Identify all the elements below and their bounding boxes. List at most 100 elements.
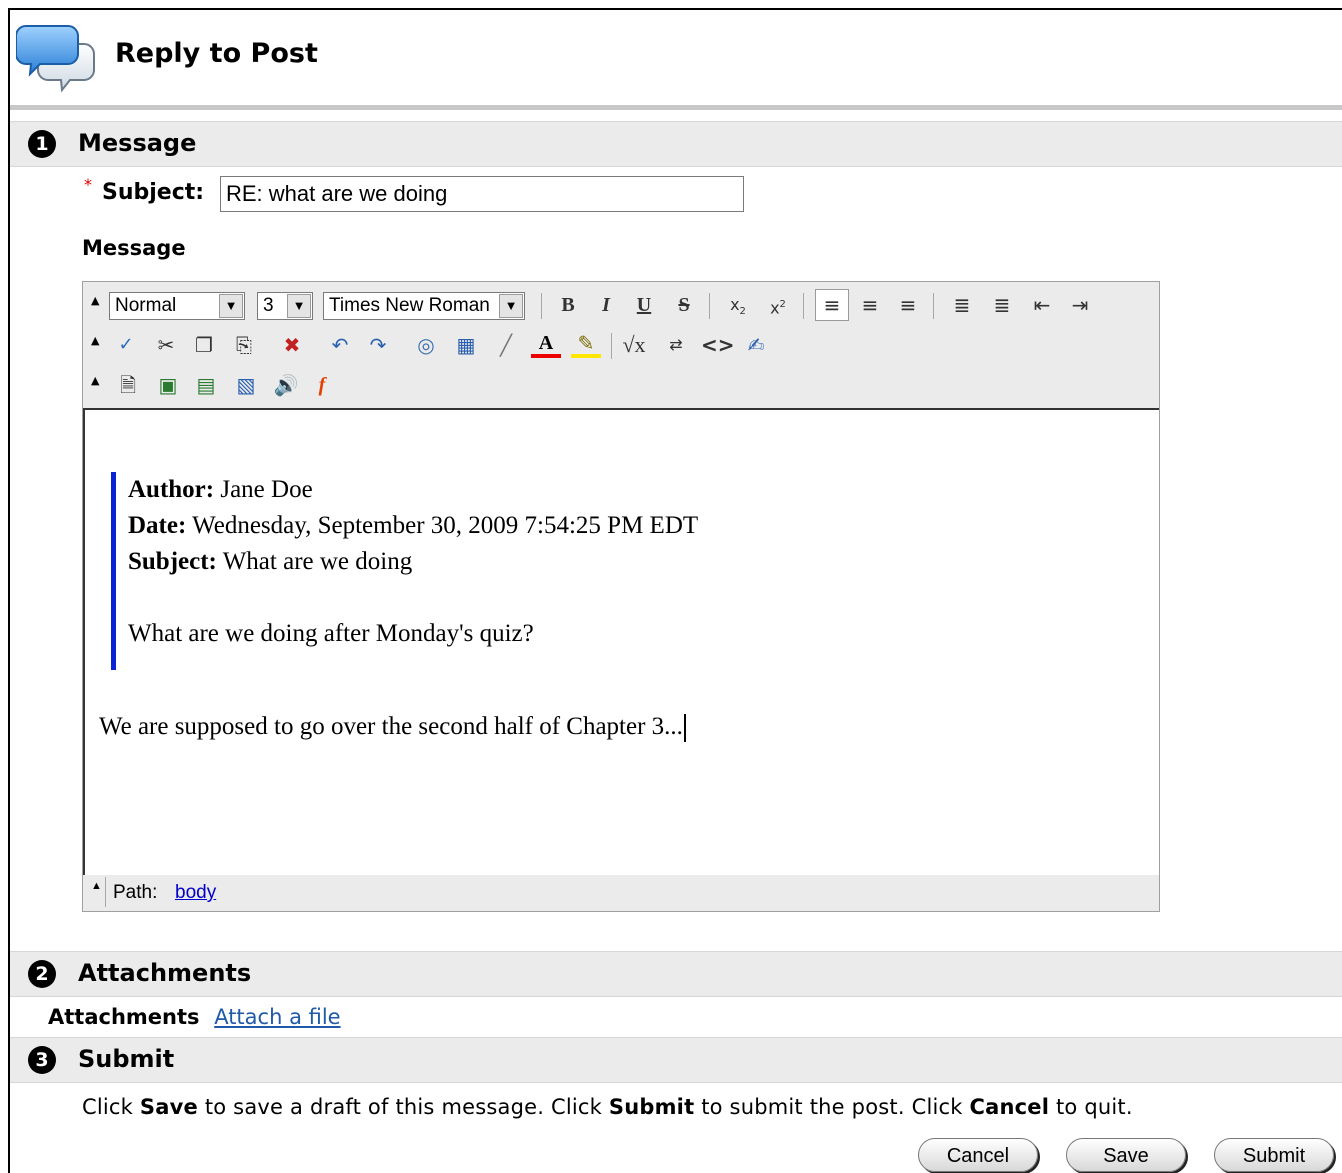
redo-icon[interactable]: ↷ xyxy=(363,330,393,360)
math-equation-icon[interactable]: √x xyxy=(619,330,649,360)
insert-table-icon[interactable]: ▦ xyxy=(451,330,481,360)
section-message-header: 1 Message xyxy=(10,121,1342,167)
quote-spacer xyxy=(128,580,1028,616)
align-right-icon[interactable]: ≡ xyxy=(893,290,923,320)
quote-subject-label: Subject: xyxy=(128,548,217,575)
align-center-icon[interactable]: ≡ xyxy=(855,290,885,320)
quote-author-line: Author: Jane Doe xyxy=(128,472,1028,508)
page-header: Reply to Post xyxy=(10,10,1342,105)
path-label: Path: xyxy=(113,882,158,903)
submit-button[interactable]: Submit xyxy=(1214,1138,1334,1172)
highlight-color-icon[interactable]: ✎ xyxy=(571,330,601,358)
insert-flash-icon[interactable]: f xyxy=(307,370,337,400)
collapse-path-icon[interactable]: ▲ xyxy=(91,880,102,892)
outdent-icon[interactable]: ⇤ xyxy=(1027,290,1057,320)
speech-bubbles-icon xyxy=(15,22,96,94)
section-submit-title: Submit xyxy=(78,1045,175,1073)
format-select[interactable]: Normal ▼ xyxy=(109,292,245,320)
page-frame: Reply to Post 1 Message * Subject: Messa… xyxy=(8,8,1342,1173)
step-number-1: 1 xyxy=(28,130,56,158)
collapse-row-icon[interactable]: ▲ xyxy=(91,294,99,307)
quote-author-label: Author: xyxy=(128,476,215,503)
quote-subject-line: Subject: What are we doing xyxy=(128,544,1028,580)
align-left-icon[interactable]: ≡ xyxy=(815,289,849,321)
preview-icon[interactable]: ✍ xyxy=(741,330,771,360)
italic-icon[interactable]: I xyxy=(591,290,621,320)
numbered-list-icon[interactable]: ≣ xyxy=(947,290,977,320)
underline-icon[interactable]: U xyxy=(629,290,659,320)
toolbar-row-1: ▲ Normal ▼ 3 ▼ Times New Roman ▼ B I U S xyxy=(83,284,1159,324)
toolbar-separator xyxy=(105,877,106,907)
section-attachments-header: 2 Attachments xyxy=(10,951,1342,997)
section-message-title: Message xyxy=(78,129,197,157)
attach-file-link[interactable]: Attach a file xyxy=(214,1005,340,1029)
message-label: Message xyxy=(82,236,186,260)
text-color-icon[interactable]: A xyxy=(531,330,561,358)
insert-image-icon[interactable]: ▣ xyxy=(153,370,183,400)
quote-author-value: Jane Doe xyxy=(220,476,313,503)
subject-input[interactable] xyxy=(220,176,744,212)
reply-text-line: We are supposed to go over the second ha… xyxy=(99,713,686,743)
text-cursor xyxy=(683,714,686,743)
cancel-button[interactable]: Cancel xyxy=(918,1138,1038,1172)
quote-date-line: Date: Wednesday, September 30, 2009 7:54… xyxy=(128,508,1028,544)
horizontal-rule-icon[interactable]: ╱ xyxy=(491,330,521,360)
path-body-link[interactable]: body xyxy=(175,882,216,904)
header-divider xyxy=(10,105,1342,110)
undo-icon[interactable]: ↶ xyxy=(325,330,355,360)
quote-date-value: Wednesday, September 30, 2009 7:54:25 PM… xyxy=(192,512,699,539)
toolbar-row-2: ▲ ✓ ✂ ❐ ⎘ ✖ ↶ ↷ ◎ ▦ ╱ A ✎ √x ⇄ <> ✍ xyxy=(83,324,1159,364)
format-select-value: Normal xyxy=(115,295,177,316)
quote-date-label: Date: xyxy=(128,512,187,539)
insert-audio-icon[interactable]: 🔊 xyxy=(271,370,301,400)
paste-icon[interactable]: ⎘ xyxy=(229,330,259,360)
toolbar-separator xyxy=(803,293,804,319)
toolbar-row-3: ▲ 🗎 ▣ ▤ ▧ 🔊 f xyxy=(83,364,1159,404)
strikethrough-icon[interactable]: S xyxy=(669,290,699,320)
copy-icon[interactable]: ❐ xyxy=(189,330,219,360)
instr-text: to save a draft of this message. Click xyxy=(197,1095,609,1119)
chevron-down-icon: ▼ xyxy=(219,294,243,318)
remove-format-icon[interactable]: ✖ xyxy=(277,330,307,360)
spellcheck-icon[interactable]: ✓ xyxy=(111,330,141,360)
instr-save: Save xyxy=(139,1095,198,1119)
insert-link-icon[interactable]: ◎ xyxy=(411,330,441,360)
size-select[interactable]: 3 ▼ xyxy=(257,292,313,320)
attachments-row: Attachments Attach a file xyxy=(48,1005,341,1029)
reply-text: We are supposed to go over the second ha… xyxy=(99,713,683,740)
insert-multimedia-icon[interactable]: ▤ xyxy=(191,370,221,400)
instr-text: Click xyxy=(82,1095,140,1119)
page-title: Reply to Post xyxy=(115,38,318,69)
section-submit-header: 3 Submit xyxy=(10,1037,1342,1083)
instr-cancel: Cancel xyxy=(969,1095,1050,1119)
font-select[interactable]: Times New Roman ▼ xyxy=(323,292,525,320)
bulleted-list-icon[interactable]: ≣ xyxy=(987,290,1017,320)
editor-toolbar: ▲ Normal ▼ 3 ▼ Times New Roman ▼ B I U S xyxy=(83,282,1159,408)
embed-media-icon[interactable]: ⇄ xyxy=(661,330,691,360)
chevron-down-icon: ▼ xyxy=(287,294,311,318)
superscript-icon[interactable]: x2 xyxy=(763,290,793,320)
toolbar-separator xyxy=(709,293,710,319)
save-button[interactable]: Save xyxy=(1066,1138,1186,1172)
insert-quicktime-icon[interactable]: ▧ xyxy=(231,370,261,400)
cut-icon[interactable]: ✂ xyxy=(151,330,181,360)
toolbar-separator xyxy=(611,333,612,359)
submit-instructions: Click Save to save a draft of this messa… xyxy=(82,1095,1133,1119)
collapse-row-icon[interactable]: ▲ xyxy=(91,374,99,387)
editor-content-area[interactable]: Author: Jane Doe Date: Wednesday, Septem… xyxy=(83,408,1159,875)
font-select-value: Times New Roman xyxy=(329,295,490,316)
chevron-down-icon: ▼ xyxy=(499,294,523,318)
attach-file-icon[interactable]: 🗎 xyxy=(113,370,143,400)
bold-icon[interactable]: B xyxy=(553,290,583,320)
instr-text: to quit. xyxy=(1049,1095,1133,1119)
required-indicator: * xyxy=(84,175,92,194)
collapse-row-icon[interactable]: ▲ xyxy=(91,334,99,347)
size-select-value: 3 xyxy=(263,295,274,316)
quote-subject-value: What are we doing xyxy=(222,548,413,575)
subscript-icon[interactable]: x2 xyxy=(723,290,753,320)
editor-path-bar: ▲ Path: body xyxy=(83,875,1159,911)
html-source-icon[interactable]: <> xyxy=(701,330,735,360)
subject-label: Subject: xyxy=(102,180,205,205)
indent-icon[interactable]: ⇥ xyxy=(1065,290,1095,320)
quote-body: What are we doing after Monday's quiz? xyxy=(128,620,534,647)
